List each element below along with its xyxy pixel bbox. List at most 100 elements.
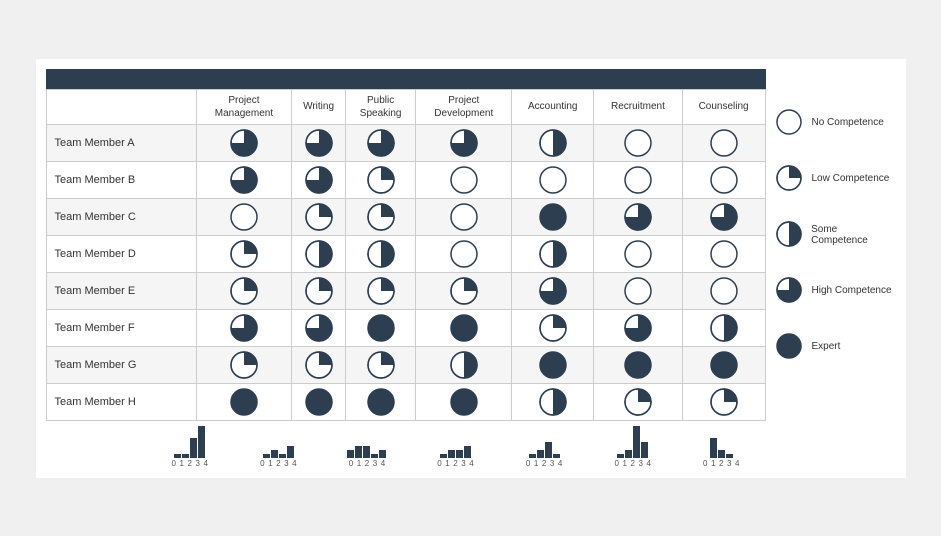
pie-chart [294, 129, 343, 157]
skill-cell [346, 161, 416, 198]
legend-item: No Competence [776, 109, 896, 137]
skill-cell [594, 383, 683, 420]
pie-chart [294, 240, 343, 268]
pie-chart [596, 351, 680, 379]
skill-cell [416, 235, 512, 272]
skill-cell [196, 272, 291, 309]
legend-item: Low Competence [776, 165, 896, 193]
pie-chart [596, 314, 680, 342]
pie-chart [199, 166, 289, 194]
axis-label: 3 [726, 459, 733, 468]
bar [633, 426, 640, 458]
bar-columns: 01234012340123401234012340123401234 [146, 423, 766, 468]
skill-cell [196, 309, 291, 346]
axis-label: 1 [444, 459, 451, 468]
skill-cell [594, 309, 683, 346]
pie-chart [199, 314, 289, 342]
legend-label: Low Competence [812, 173, 890, 184]
skill-cell [682, 309, 765, 346]
bar [440, 454, 447, 458]
axis-label: 4 [202, 459, 209, 468]
col-header-writing: Writing [292, 89, 346, 124]
skill-cell [196, 124, 291, 161]
axis-labels: 01234 [613, 459, 652, 468]
pie-chart [514, 277, 591, 305]
bar [617, 454, 624, 458]
pie-chart [199, 277, 289, 305]
pie-chart [199, 129, 289, 157]
bars-row [174, 423, 205, 458]
skill-cell [416, 198, 512, 235]
skill-cell [416, 383, 512, 420]
skill-cell [416, 272, 512, 309]
skill-cell [346, 235, 416, 272]
bar [379, 450, 386, 458]
skill-cell [512, 235, 594, 272]
pie-chart [418, 129, 509, 157]
row-label: Team Member F [46, 309, 196, 346]
row-label: Team Member G [46, 346, 196, 383]
bar [553, 454, 560, 458]
bars-row [710, 423, 733, 458]
skill-cell [594, 272, 683, 309]
bar [456, 450, 463, 458]
pie-chart [348, 277, 413, 305]
legend-label: Expert [812, 341, 841, 352]
axis-label: 2 [541, 459, 548, 468]
skill-cell [416, 346, 512, 383]
pie-chart [348, 203, 413, 231]
pie-chart [294, 314, 343, 342]
axis-label: 0 [525, 459, 532, 468]
pie-chart [418, 351, 509, 379]
pie-chart [418, 277, 509, 305]
skill-cell [292, 346, 346, 383]
axis-label: 4 [557, 459, 564, 468]
skill-cell [512, 161, 594, 198]
bar [182, 454, 189, 458]
pie-chart [418, 166, 509, 194]
skill-cell [682, 161, 765, 198]
skill-cell [196, 235, 291, 272]
axis-label: 2 [363, 459, 370, 468]
row-label: Team Member H [46, 383, 196, 420]
bar [190, 438, 197, 458]
skill-cell [594, 198, 683, 235]
axis-label: 3 [371, 459, 378, 468]
pie-chart [294, 277, 343, 305]
pie-chart [348, 129, 413, 157]
skill-cell [196, 161, 291, 198]
pie-chart [418, 314, 509, 342]
skill-cell [346, 309, 416, 346]
pie-chart [514, 129, 591, 157]
skill-cell [594, 124, 683, 161]
axis-label: 3 [460, 459, 467, 468]
axis-label: 0 [702, 459, 709, 468]
col-header-counseling: Counseling [682, 89, 765, 124]
legend-label: No Competence [812, 117, 884, 128]
axis-label: 2 [452, 459, 459, 468]
skill-cell [196, 346, 291, 383]
pie-chart [596, 203, 680, 231]
pie-chart [685, 388, 763, 416]
axis-labels: 01234 [259, 459, 298, 468]
row-label: Team Member C [46, 198, 196, 235]
skill-cell [292, 235, 346, 272]
bar-group: 01234 [500, 423, 589, 468]
pie-chart [418, 240, 509, 268]
bar [355, 446, 362, 458]
axis-labels: 01234 [170, 459, 209, 468]
axis-label: 1 [355, 459, 362, 468]
bar [529, 454, 536, 458]
col-header-public_speaking: PublicSpeaking [346, 89, 416, 124]
layout: ProjectManagementWritingPublicSpeakingPr… [46, 69, 896, 468]
skill-cell [416, 309, 512, 346]
skill-cell [682, 235, 765, 272]
skill-cell [682, 383, 765, 420]
bar [263, 454, 270, 458]
bar [174, 454, 181, 458]
pie-chart [294, 388, 343, 416]
bar [279, 454, 286, 458]
bars-row [617, 423, 648, 458]
bar [710, 438, 717, 458]
bar-group: 01234 [323, 423, 412, 468]
